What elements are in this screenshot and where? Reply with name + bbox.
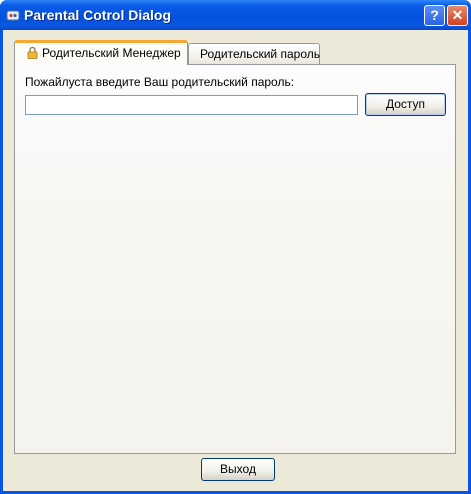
tab-panel: Пожайлуста введите Ваш родительский паро… bbox=[14, 64, 456, 454]
tab-label: Родительский пароль bbox=[200, 47, 320, 61]
lock-icon bbox=[27, 46, 38, 59]
tab-parental-manager[interactable]: Родительский Менеджер bbox=[14, 40, 188, 65]
window-title: Parental Cotrol Dialog bbox=[24, 7, 172, 23]
title-bar[interactable]: Parental Cotrol Dialog ? ✕ bbox=[0, 0, 471, 30]
close-button[interactable]: ✕ bbox=[447, 5, 468, 26]
password-input[interactable] bbox=[25, 95, 358, 115]
dialog-window: Parental Cotrol Dialog ? ✕ Родительский … bbox=[0, 0, 471, 494]
tab-parental-password[interactable]: Родительский пароль bbox=[188, 43, 320, 65]
help-button[interactable]: ? bbox=[424, 5, 445, 26]
password-prompt: Пожайлуста введите Ваш родительский паро… bbox=[25, 75, 295, 89]
app-icon bbox=[6, 10, 20, 21]
help-icon: ? bbox=[430, 7, 439, 23]
tab-label: Родительский Менеджер bbox=[42, 46, 181, 60]
access-button[interactable]: Доступ bbox=[365, 93, 446, 116]
close-icon: ✕ bbox=[451, 7, 464, 23]
exit-button[interactable]: Выход bbox=[201, 458, 275, 481]
dialog-client: Родительский Менеджер Родительский парол… bbox=[3, 30, 468, 491]
